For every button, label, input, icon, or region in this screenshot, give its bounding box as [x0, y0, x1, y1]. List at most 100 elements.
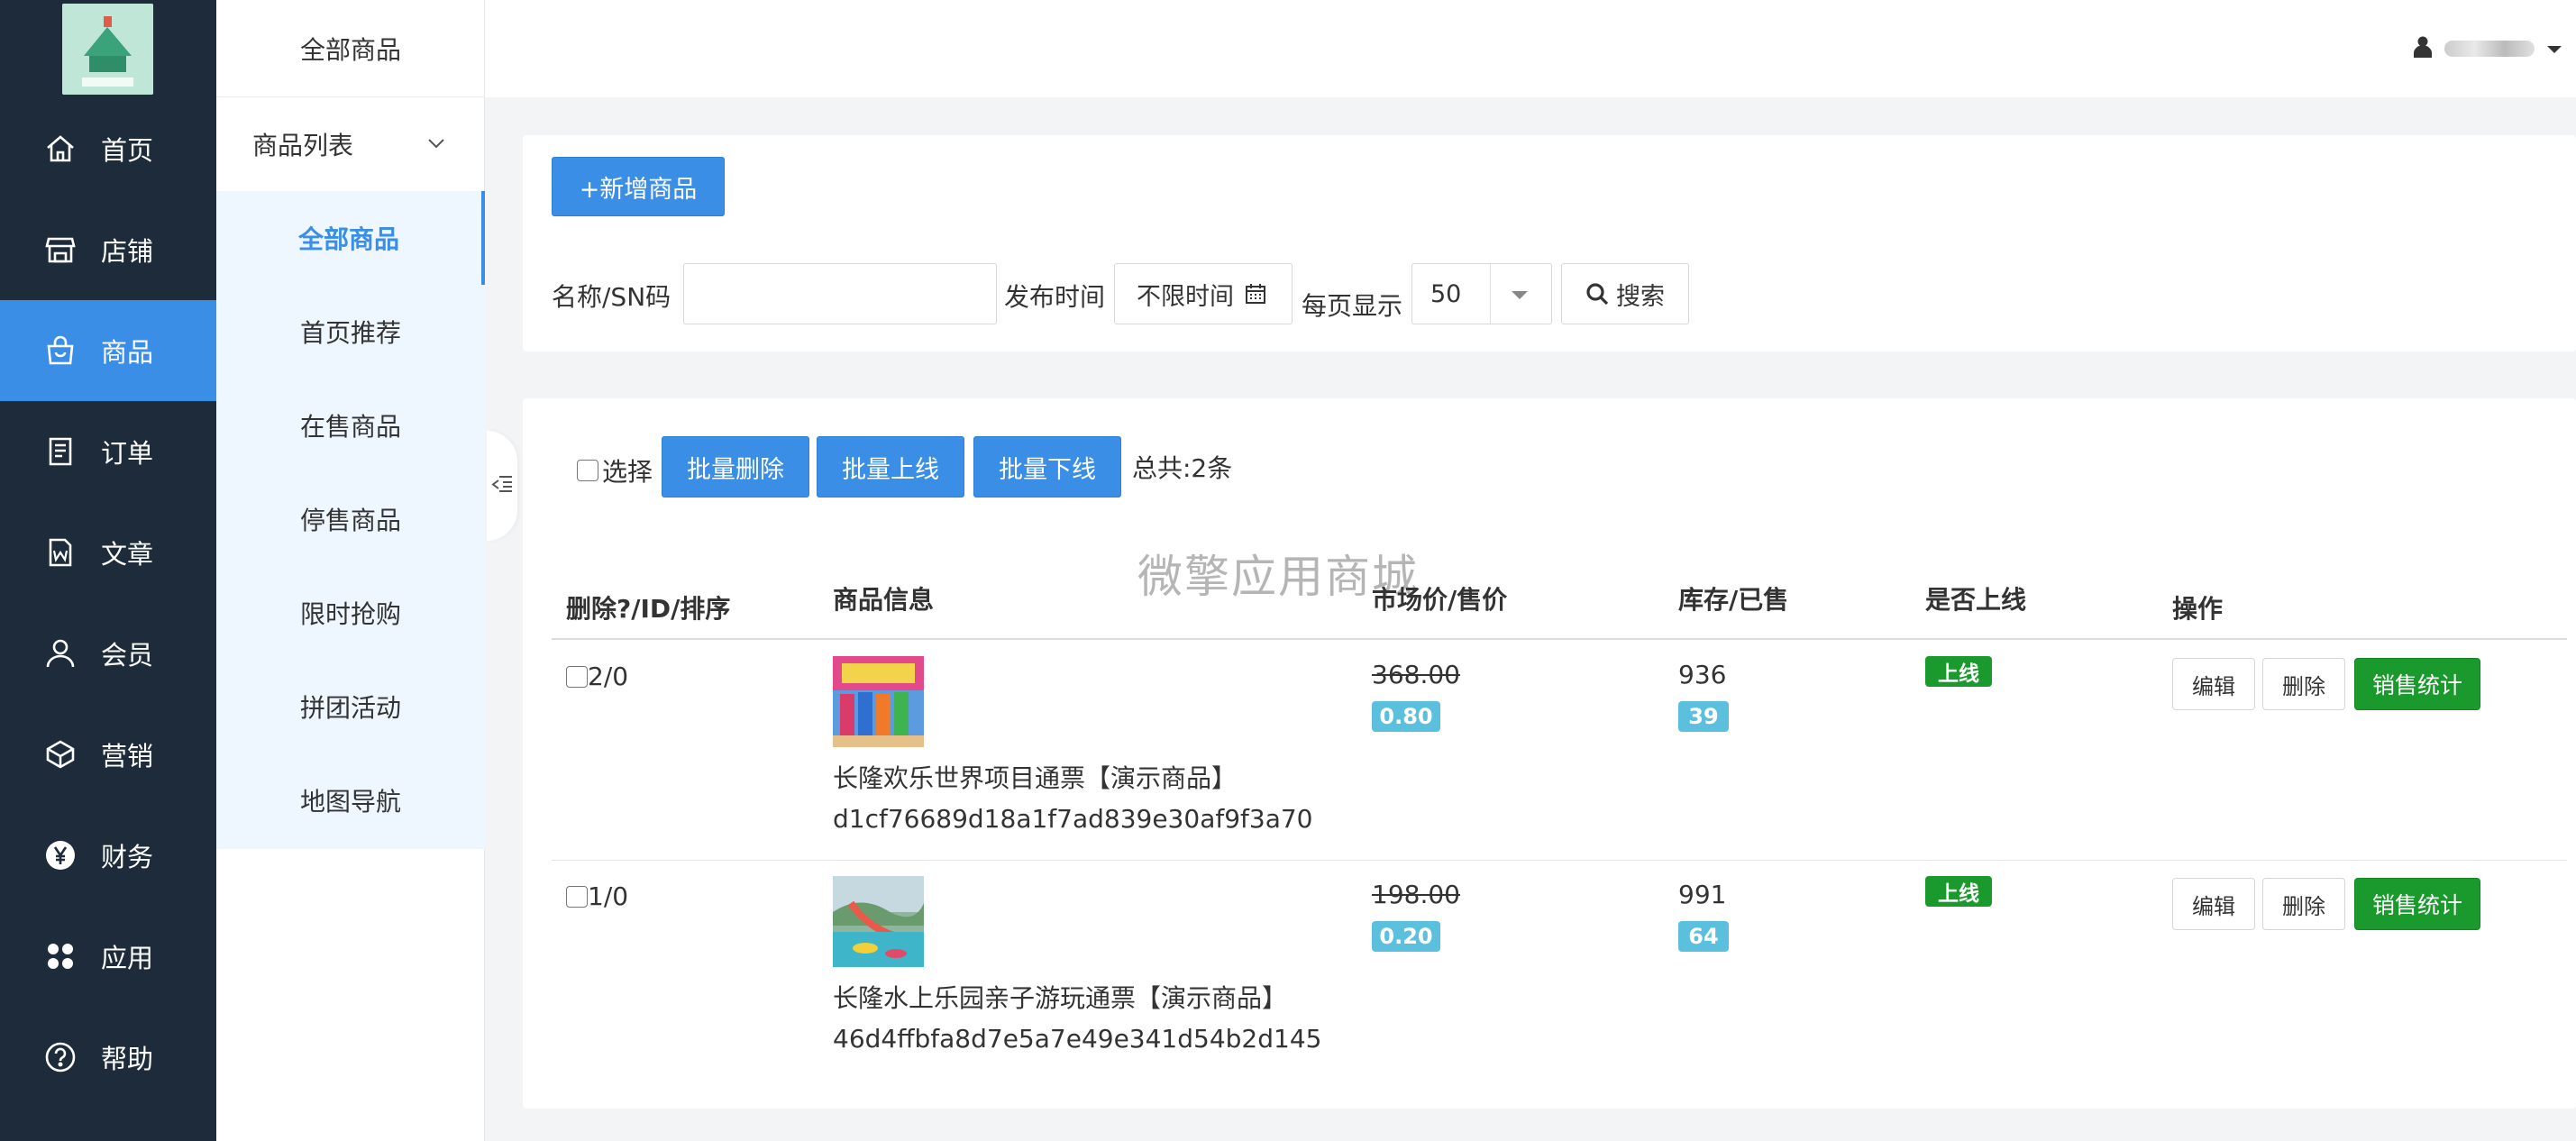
nav-label: 首页: [101, 135, 154, 166]
user-name-redacted: [2444, 41, 2535, 57]
home-icon: [43, 132, 78, 166]
help-icon: [43, 1040, 78, 1074]
nav-label: 应用: [101, 943, 154, 973]
delete-button[interactable]: 删除: [2262, 878, 2345, 930]
apps-icon: [43, 939, 78, 973]
nav-item-articles[interactable]: 文章: [0, 502, 216, 603]
submenu-group-goods-list[interactable]: 商品列表: [216, 97, 485, 191]
top-bar: [485, 0, 2576, 97]
select-all[interactable]: 选择: [577, 452, 653, 488]
col-header-id: 删除?/ID/排序: [566, 594, 731, 624]
nav-item-orders[interactable]: 订单: [0, 401, 216, 502]
sales-stats-button[interactable]: 销售统计: [2354, 658, 2480, 710]
col-header-actions: 操作: [2172, 594, 2224, 624]
online-status-badge[interactable]: 上线: [1925, 876, 1992, 907]
col-header-price: 市场价/售价: [1372, 585, 1508, 615]
row-checkbox[interactable]: [566, 885, 588, 908]
per-page-select[interactable]: 50: [1411, 263, 1552, 324]
delete-button[interactable]: 删除: [2262, 658, 2345, 710]
article-icon: [43, 535, 78, 570]
submenu-item-on-sale[interactable]: 在售商品: [216, 379, 485, 472]
nav-label: 文章: [101, 539, 154, 570]
market-price: 368.00: [1372, 660, 1460, 689]
row-divider: [552, 860, 2567, 861]
submenu-item-home-recommend[interactable]: 首页推荐: [216, 285, 485, 379]
caret-down-icon: [2547, 41, 2562, 58]
search-button-label: 搜索: [1616, 282, 1665, 311]
shopping-bag-icon: [43, 333, 78, 368]
stock-count: 991: [1678, 880, 1727, 909]
sold-badge: 64: [1678, 921, 1729, 952]
nav-item-marketing[interactable]: 营销: [0, 704, 216, 805]
main-nav: 首页 店铺 商品 订单 文章 会员 营销 财务 应用 帮助: [0, 0, 216, 1141]
row-id-order: 2/0: [588, 662, 629, 691]
product-sn: d1cf76689d18a1f7ad839e30af9f3a70: [833, 804, 1313, 834]
submenu-list: 全部商品 首页推荐 在售商品 停售商品 限时抢购 拼团活动 地图导航: [216, 191, 485, 849]
bulk-offline-button[interactable]: 批量下线: [973, 436, 1121, 497]
row-id-cell: 1/0: [566, 881, 628, 911]
col-header-online: 是否上线: [1925, 585, 2027, 615]
submenu-item-group-buy[interactable]: 拼团活动: [216, 660, 485, 753]
product-thumbnail[interactable]: [833, 876, 924, 967]
chevron-down-icon: [426, 130, 446, 160]
online-status-badge[interactable]: 上线: [1925, 656, 1992, 687]
nav-item-goods[interactable]: 商品: [0, 300, 216, 401]
search-icon: [1585, 282, 1609, 306]
bulk-delete-button[interactable]: 批量删除: [662, 436, 809, 497]
submenu-item-map-nav[interactable]: 地图导航: [216, 753, 485, 847]
nav-label: 店铺: [101, 236, 154, 267]
per-page-value: 50: [1430, 279, 1462, 308]
product-name[interactable]: 长隆欢乐世界项目通票【演示商品】: [833, 759, 1237, 795]
app-logo[interactable]: [62, 4, 153, 95]
edit-button[interactable]: 编辑: [2172, 658, 2255, 710]
calendar-icon: [1245, 283, 1266, 305]
select-all-label: 选择: [602, 457, 653, 487]
collapse-sidebar-button[interactable]: [487, 431, 517, 541]
nav-item-members[interactable]: 会员: [0, 603, 216, 704]
name-sn-label: 名称/SN码: [552, 282, 671, 312]
select-all-checkbox[interactable]: [577, 460, 598, 481]
row-checkbox[interactable]: [566, 665, 588, 688]
nav-item-help[interactable]: 帮助: [0, 1007, 216, 1108]
marketing-icon: [43, 737, 78, 771]
row-id-order: 1/0: [588, 881, 629, 911]
submenu-item-flash-sale[interactable]: 限时抢购: [216, 566, 485, 660]
per-page-label: 每页显示: [1302, 291, 1403, 321]
nav-label: 订单: [101, 438, 154, 469]
submenu-title: 全部商品: [216, 0, 485, 97]
nav-item-home[interactable]: 首页: [0, 98, 216, 199]
publish-time-value: 不限时间: [1137, 282, 1234, 311]
nav-item-finance[interactable]: 财务: [0, 805, 216, 906]
name-sn-input[interactable]: [683, 263, 997, 324]
collapse-menu-icon: [491, 474, 513, 497]
goods-list-panel: 选择 批量删除 批量上线 批量下线 总共:2条: [523, 398, 2576, 1109]
add-goods-button[interactable]: +新增商品: [552, 157, 725, 216]
document-icon: [43, 434, 78, 469]
row-id-cell: 2/0: [566, 662, 628, 691]
yen-icon: [43, 838, 78, 872]
nav-item-apps[interactable]: 应用: [0, 906, 216, 1007]
submenu-item-all-goods[interactable]: 全部商品: [216, 191, 485, 285]
header-divider: [552, 638, 2567, 640]
stock-count: 936: [1678, 660, 1727, 689]
filter-panel: +新增商品 名称/SN码 发布时间 不限时间 每页显示 50 搜索: [523, 135, 2576, 351]
edit-button[interactable]: 编辑: [2172, 878, 2255, 930]
sale-price-badge: 0.80: [1372, 701, 1440, 732]
secondary-menu: 全部商品 商品列表 全部商品 首页推荐 在售商品 停售商品 限时抢购 拼团活动 …: [216, 0, 485, 1141]
store-icon: [43, 233, 78, 267]
bulk-online-button[interactable]: 批量上线: [817, 436, 964, 497]
col-header-info: 商品信息: [833, 585, 935, 615]
user-icon: [2414, 36, 2432, 61]
publish-time-picker[interactable]: 不限时间: [1114, 263, 1293, 324]
sales-stats-button[interactable]: 销售统计: [2354, 878, 2480, 930]
product-thumbnail[interactable]: [833, 656, 924, 747]
product-name[interactable]: 长隆水上乐园亲子游玩通票【演示商品】: [833, 979, 1287, 1015]
search-button[interactable]: 搜索: [1561, 263, 1689, 324]
total-count: 总共:2条: [1132, 453, 1233, 483]
publish-time-label: 发布时间: [1004, 282, 1106, 312]
user-menu[interactable]: [2414, 36, 2562, 61]
sold-badge: 39: [1678, 701, 1729, 732]
nav-item-store[interactable]: 店铺: [0, 199, 216, 300]
submenu-item-off-sale[interactable]: 停售商品: [216, 472, 485, 566]
user-icon: [43, 636, 78, 671]
